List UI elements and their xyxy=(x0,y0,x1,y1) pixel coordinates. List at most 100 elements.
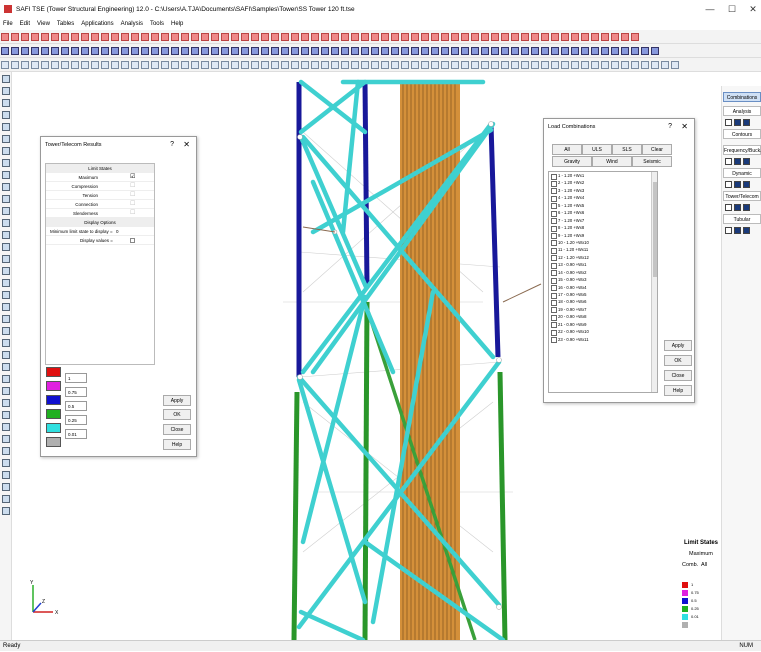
menu-applications[interactable]: Applications xyxy=(81,21,113,27)
toolbar-button[interactable] xyxy=(271,47,279,55)
tool-button[interactable] xyxy=(2,171,10,179)
option-box[interactable] xyxy=(743,204,750,211)
toolbar-button[interactable] xyxy=(361,47,369,55)
toolbar-button[interactable] xyxy=(181,47,189,55)
toolbar-button[interactable] xyxy=(61,47,69,55)
toolbar-button[interactable] xyxy=(421,61,429,69)
toolbar-button[interactable] xyxy=(341,61,349,69)
toolbar-button[interactable] xyxy=(151,33,159,41)
toolbar-button[interactable] xyxy=(431,61,439,69)
close-icon[interactable]: ✕ xyxy=(183,137,190,153)
toolbar-button[interactable] xyxy=(451,47,459,55)
toolbar-button[interactable] xyxy=(501,61,509,69)
option-box[interactable] xyxy=(725,204,732,211)
load-combination-item[interactable]: 2 - 1.20 +Wx2 xyxy=(549,179,657,188)
toolbar-button[interactable] xyxy=(441,33,449,41)
toolbar-button[interactable] xyxy=(521,61,529,69)
option-box[interactable] xyxy=(734,158,741,165)
tab-analysis[interactable]: Analysis xyxy=(723,106,761,116)
toolbar-button[interactable] xyxy=(161,33,169,41)
toolbar-button[interactable] xyxy=(481,33,489,41)
toolbar-button[interactable] xyxy=(311,61,319,69)
help-icon[interactable]: ? xyxy=(170,137,174,153)
toolbar-button[interactable] xyxy=(21,33,29,41)
tool-button[interactable] xyxy=(2,99,10,107)
toolbar-button[interactable] xyxy=(61,61,69,69)
toolbar-button[interactable] xyxy=(601,47,609,55)
toolbar-button[interactable] xyxy=(131,33,139,41)
toolbar-button[interactable] xyxy=(651,47,659,55)
toolbar-button[interactable] xyxy=(561,33,569,41)
menu-tables[interactable]: Tables xyxy=(57,21,74,27)
close-button[interactable]: Close xyxy=(163,424,191,435)
tool-button[interactable] xyxy=(2,495,10,503)
load-combination-item[interactable]: 6 - 1.20 +Wx6 xyxy=(549,209,657,218)
load-combination-item[interactable]: 4 - 1.20 +Wx4 xyxy=(549,194,657,203)
tool-button[interactable] xyxy=(2,291,10,299)
toolbar-button[interactable] xyxy=(51,33,59,41)
toolbar-button[interactable] xyxy=(391,61,399,69)
gravity-button[interactable]: Gravity xyxy=(552,156,592,167)
ok-button[interactable]: OK xyxy=(664,355,692,366)
toolbar-button[interactable] xyxy=(591,47,599,55)
help-icon[interactable]: ? xyxy=(668,119,672,135)
tool-button[interactable] xyxy=(2,75,10,83)
toolbar-button[interactable] xyxy=(101,47,109,55)
color-swatch[interactable] xyxy=(46,381,61,391)
toolbar-button[interactable] xyxy=(211,47,219,55)
help-button[interactable]: Help xyxy=(163,439,191,450)
load-combination-item[interactable]: 16 - 0.90 +Wx4 xyxy=(549,284,657,292)
toolbar-button[interactable] xyxy=(471,47,479,55)
toolbar-button[interactable] xyxy=(511,47,519,55)
menu-view[interactable]: View xyxy=(37,21,50,27)
tool-button[interactable] xyxy=(2,255,10,263)
tool-button[interactable] xyxy=(2,423,10,431)
help-button[interactable]: Help xyxy=(664,385,692,396)
toolbar-button[interactable] xyxy=(71,33,79,41)
tab-contours[interactable]: Contours xyxy=(723,129,761,139)
toolbar-button[interactable] xyxy=(191,61,199,69)
toolbar-button[interactable] xyxy=(81,47,89,55)
toolbar-button[interactable] xyxy=(161,47,169,55)
toolbar-button[interactable] xyxy=(201,33,209,41)
toolbar-button[interactable] xyxy=(81,61,89,69)
toolbar-button[interactable] xyxy=(181,61,189,69)
toolbar-button[interactable] xyxy=(21,47,29,55)
toolbar-button[interactable] xyxy=(41,33,49,41)
tool-button[interactable] xyxy=(2,87,10,95)
color-swatch[interactable] xyxy=(46,423,61,433)
toolbar-button[interactable] xyxy=(641,61,649,69)
load-combination-item[interactable]: 5 - 1.20 +Wx5 xyxy=(549,202,657,210)
threshold-value-field[interactable]: 0.25 xyxy=(65,415,87,425)
option-box[interactable] xyxy=(725,158,732,165)
toolbar-button[interactable] xyxy=(221,61,229,69)
toolbar-button[interactable] xyxy=(341,47,349,55)
minimize-button[interactable]: — xyxy=(703,2,717,16)
tool-button[interactable] xyxy=(2,363,10,371)
toolbar-button[interactable] xyxy=(281,61,289,69)
option-box[interactable] xyxy=(743,227,750,234)
toolbar-button[interactable] xyxy=(401,61,409,69)
toolbar-button[interactable] xyxy=(351,33,359,41)
toolbar-button[interactable] xyxy=(371,47,379,55)
toolbar-button[interactable] xyxy=(621,33,629,41)
menu-edit[interactable]: Edit xyxy=(20,21,30,27)
load-combination-item[interactable]: 23 - 0.90 +Wx11 xyxy=(549,336,657,344)
toolbar-button[interactable] xyxy=(131,47,139,55)
toolbar-button[interactable] xyxy=(281,33,289,41)
toolbar-button[interactable] xyxy=(441,47,449,55)
load-combination-item[interactable]: 7 - 1.20 +Wx7 xyxy=(549,217,657,225)
toolbar-button[interactable] xyxy=(351,47,359,55)
toolbar-button[interactable] xyxy=(251,33,259,41)
toolbar-button[interactable] xyxy=(301,33,309,41)
toolbar-button[interactable] xyxy=(621,47,629,55)
checkbox-slenderness[interactable]: ☐ xyxy=(130,209,135,218)
toolbar-button[interactable] xyxy=(421,33,429,41)
tab-frequency[interactable]: Frequency/Buck. xyxy=(723,145,761,155)
load-combination-list[interactable]: 1 - 1.20 +Wx1 2 - 1.20 +Wx2 3 - 1.20 +Wx3 4… xyxy=(548,171,658,393)
toolbar-button[interactable] xyxy=(461,61,469,69)
tab-tower-telecom[interactable]: Tower/Telecom xyxy=(723,191,761,201)
list-scrollbar[interactable] xyxy=(651,172,657,392)
toolbar-button[interactable] xyxy=(191,33,199,41)
toolbar-button[interactable] xyxy=(91,47,99,55)
